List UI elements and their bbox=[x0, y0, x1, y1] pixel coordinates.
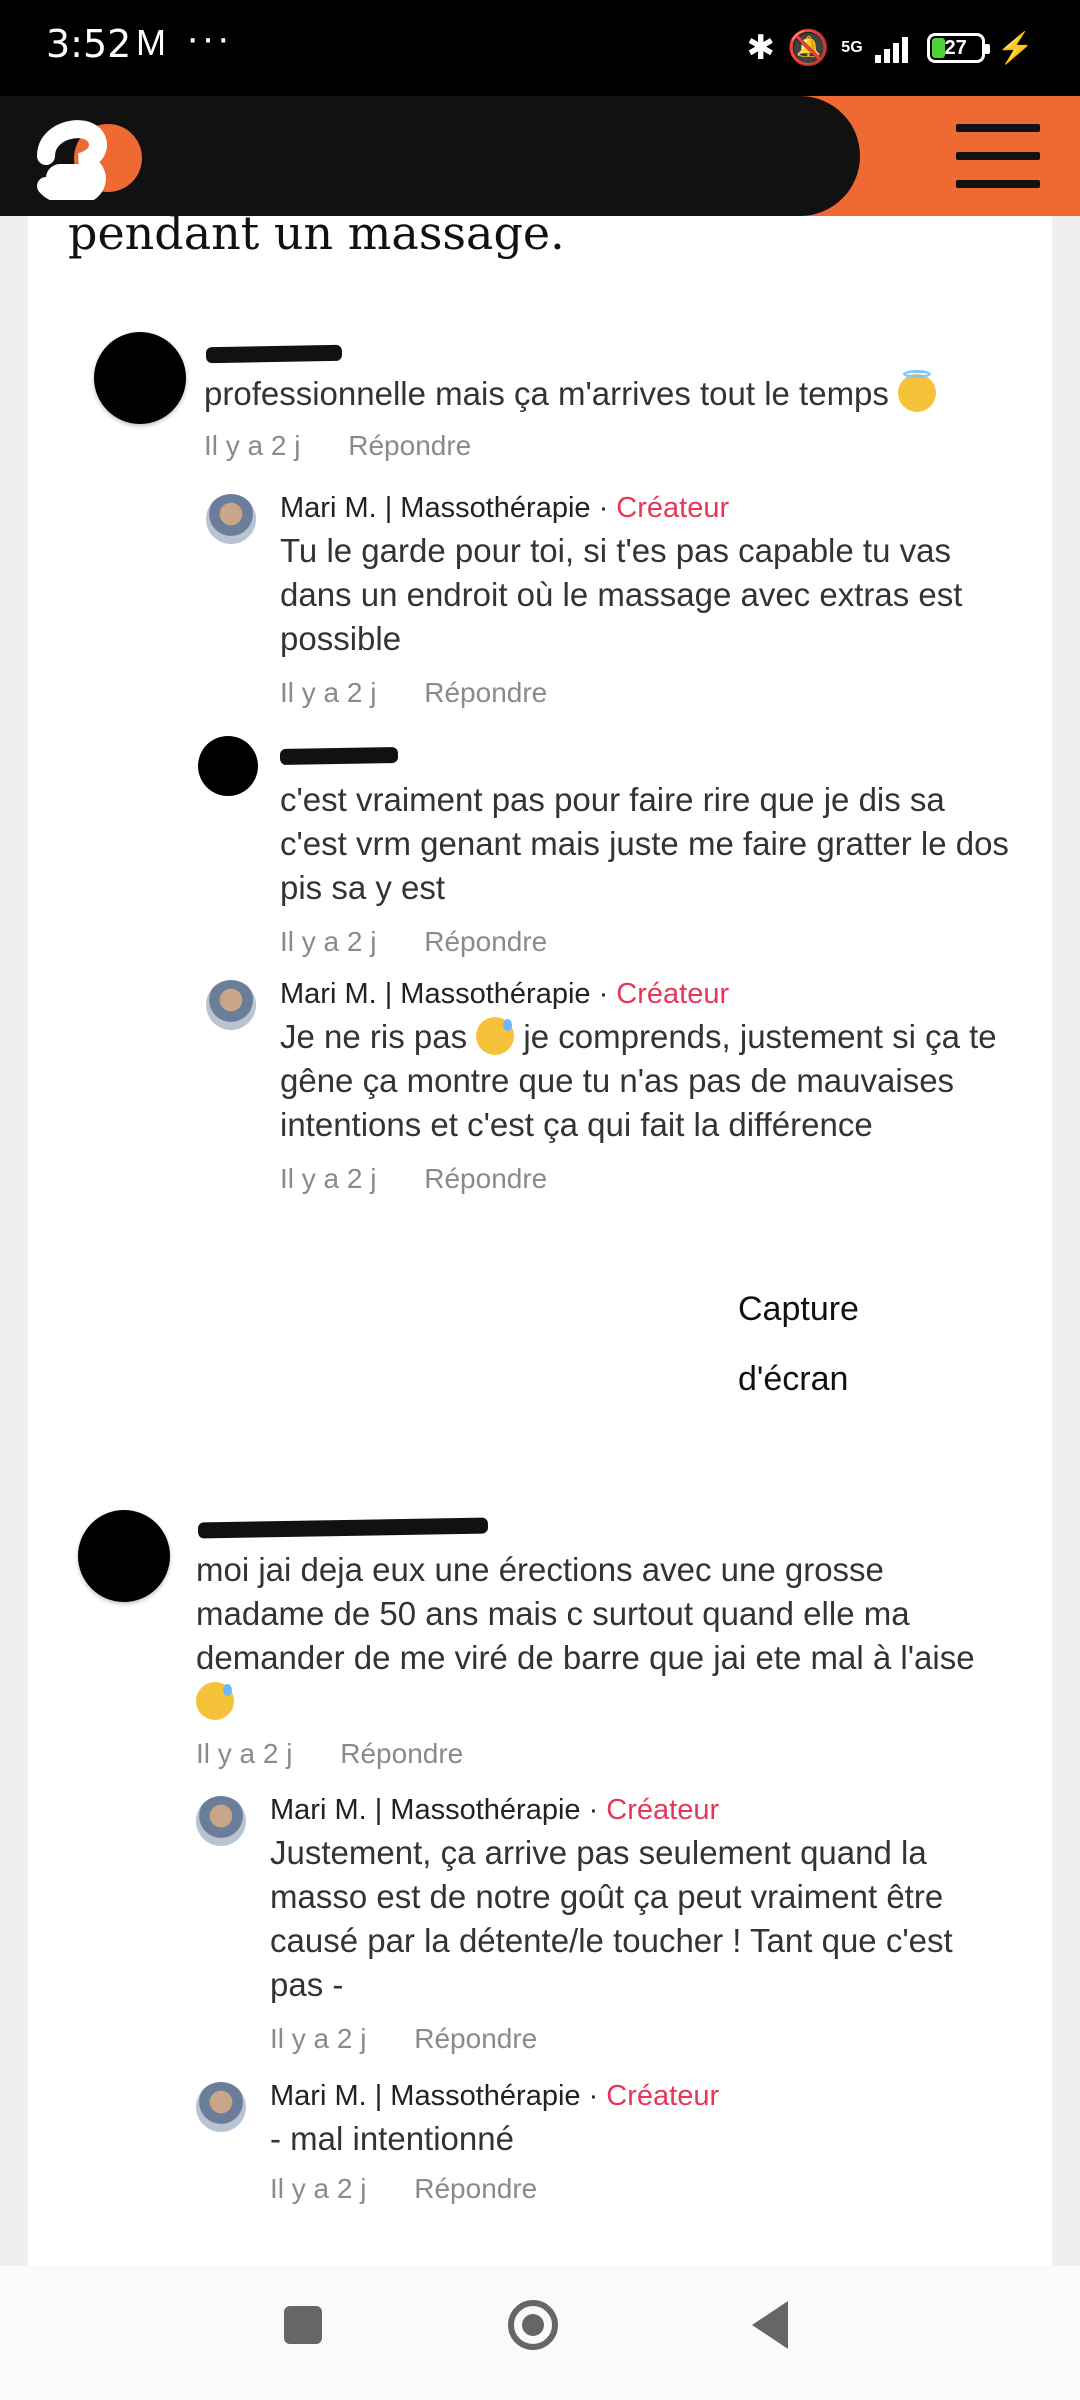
reply-button[interactable]: Répondre bbox=[424, 677, 547, 708]
comment-author: Mari M. | Massothérapie · bbox=[280, 978, 617, 1010]
more-icon: ··· bbox=[186, 16, 232, 60]
redacted-username bbox=[279, 746, 399, 766]
article-text-fragment: pendant un massage. bbox=[68, 216, 565, 260]
avatar[interactable] bbox=[206, 980, 256, 1030]
avatar[interactable] bbox=[78, 1510, 170, 1602]
list-item: professionnelle mais ça m'arrives tout l… bbox=[204, 370, 1004, 462]
capture-label-line2: d'écran bbox=[738, 1360, 849, 1398]
comment-time: Il y a 2 j bbox=[280, 677, 377, 708]
battery-level: 27 bbox=[944, 36, 967, 59]
status-time: 3:52 bbox=[46, 22, 132, 66]
battery-fill bbox=[931, 38, 945, 58]
comment-time: Il y a 2 j bbox=[280, 926, 377, 957]
comment-text: - mal intentionné bbox=[270, 2120, 514, 2157]
avatar[interactable] bbox=[196, 2082, 246, 2132]
reply-button[interactable]: Répondre bbox=[340, 1738, 463, 1769]
comment-text: Je ne ris pas bbox=[280, 1018, 477, 1055]
recents-square-icon[interactable] bbox=[284, 2306, 322, 2344]
avatar[interactable] bbox=[206, 494, 256, 544]
article-content: pendant un massage. professionnelle mais… bbox=[28, 216, 1052, 2266]
battery-icon: 27 bbox=[926, 33, 990, 63]
app-header bbox=[0, 96, 1080, 216]
back-triangle-icon[interactable] bbox=[752, 2301, 788, 2349]
comment-time: Il y a 2 j bbox=[270, 2023, 367, 2054]
creator-badge: Créateur bbox=[616, 492, 730, 524]
list-item: moi jai deja eux une érections avec une … bbox=[196, 1548, 996, 1770]
comment-text: Tu le garde pour toi, si t'es pas capabl… bbox=[280, 532, 963, 657]
avatar[interactable] bbox=[196, 1796, 246, 1846]
network-type: 5G bbox=[841, 39, 863, 56]
reply-button[interactable]: Répondre bbox=[424, 926, 547, 957]
list-item: Mari M. | Massothérapie · Créateur Je ne… bbox=[280, 978, 1020, 1195]
hamburger-menu-icon[interactable] bbox=[956, 124, 1040, 188]
reply-button[interactable]: Répondre bbox=[348, 430, 471, 461]
avatar[interactable] bbox=[94, 332, 186, 424]
system-nav-bar bbox=[0, 2266, 1080, 2400]
avatar[interactable] bbox=[198, 736, 258, 796]
comment-author: Mari M. | Massothérapie · bbox=[270, 1794, 607, 1826]
comment-time: Il y a 2 j bbox=[204, 430, 301, 461]
grinning-sweat-icon bbox=[476, 1017, 515, 1055]
comment-text: moi jai deja eux une érections avec une … bbox=[196, 1551, 975, 1676]
reply-button[interactable]: Répondre bbox=[424, 1163, 547, 1194]
header-dark-panel bbox=[0, 96, 860, 216]
grinning-sweat-icon bbox=[196, 1682, 234, 1720]
reply-button[interactable]: Répondre bbox=[414, 2023, 537, 2054]
comment-time: Il y a 2 j bbox=[270, 2173, 367, 2204]
signal-icon bbox=[874, 37, 908, 63]
smiling-face-with-halo-icon bbox=[898, 370, 937, 412]
list-item: c'est vraiment pas pour faire rire que j… bbox=[280, 778, 1020, 958]
comment-time: Il y a 2 j bbox=[280, 1163, 377, 1194]
bluetooth-icon: ✱ bbox=[746, 29, 775, 67]
comment-text: professionnelle mais ça m'arrives tout l… bbox=[204, 375, 889, 412]
comment-author: Mari M. | Massothérapie · bbox=[270, 2080, 607, 2112]
status-bar: 3:52 M ··· ✱ 🔕 5G 27 ⚡ bbox=[0, 0, 1080, 96]
creator-badge: Créateur bbox=[606, 1794, 720, 1826]
charging-icon: ⚡ bbox=[996, 31, 1034, 65]
comment-time: Il y a 2 j bbox=[196, 1738, 293, 1769]
bell-off-icon: 🔕 bbox=[786, 29, 830, 67]
comment-text: c'est vraiment pas pour faire rire que j… bbox=[280, 781, 1009, 906]
list-item: Mari M. | Massothérapie · Créateur Juste… bbox=[270, 1794, 1010, 2055]
logo-34-icon[interactable] bbox=[36, 108, 146, 200]
capture-label-line1: Capture bbox=[738, 1290, 859, 1328]
creator-badge: Créateur bbox=[606, 2080, 720, 2112]
redacted-username bbox=[197, 1517, 489, 1539]
reply-button[interactable]: Répondre bbox=[414, 2173, 537, 2204]
redacted-username bbox=[205, 344, 343, 364]
comment-author: Mari M. | Massothérapie · bbox=[280, 492, 617, 524]
comment-text: Justement, ça arrive pas seulement quand… bbox=[270, 1834, 953, 2003]
gmail-icon: M bbox=[136, 22, 166, 63]
creator-badge: Créateur bbox=[616, 978, 730, 1010]
list-item: Mari M. | Massothérapie · Créateur Tu le… bbox=[280, 492, 1020, 709]
list-item: Mari M. | Massothérapie · Créateur - mal… bbox=[270, 2080, 1010, 2205]
home-circle-icon[interactable] bbox=[508, 2300, 558, 2350]
